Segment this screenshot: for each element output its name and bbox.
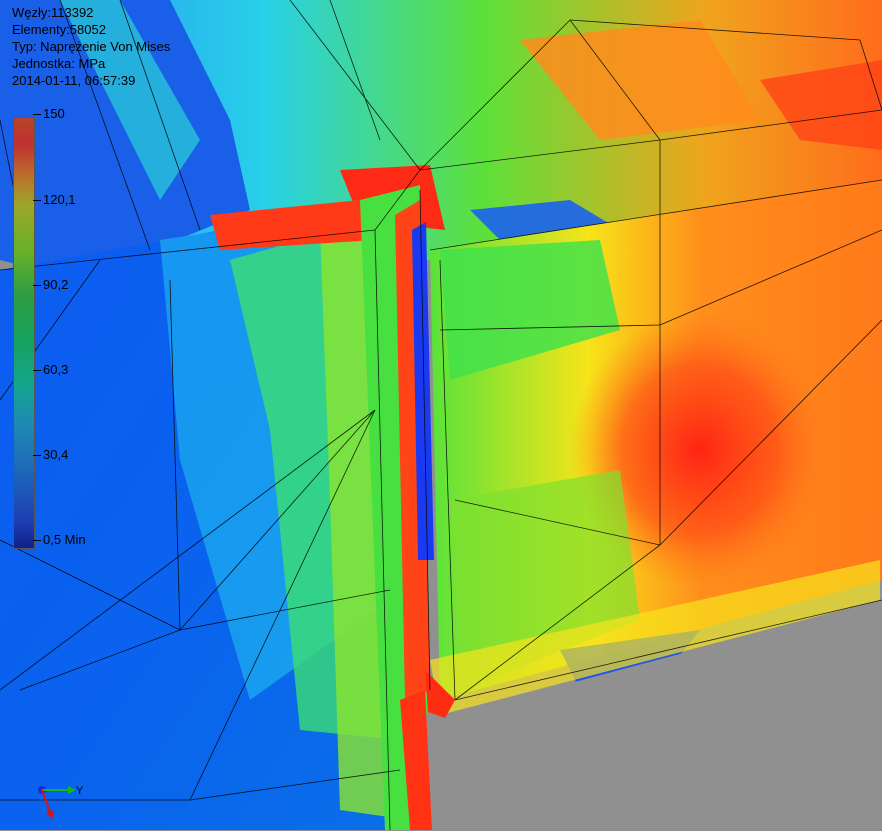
- element-count: Elementy:58052: [12, 22, 106, 37]
- node-count: Węzły:113392: [12, 5, 94, 20]
- result-info-panel: Węzły:113392 Elementy:58052 Typ: Napręże…: [12, 4, 170, 89]
- legend-tick: 120,1: [33, 192, 76, 207]
- fea-viewport[interactable]: [0, 0, 882, 830]
- legend-tick-min: 0,5 Min: [33, 532, 86, 547]
- legend-tick: 30,4: [33, 447, 68, 462]
- result-type: Typ: Naprężenie Von Mises: [12, 39, 171, 54]
- timestamp: 2014-01-11, 06:57:39: [12, 73, 136, 88]
- unit-label: Jednostka: MPa: [12, 56, 106, 71]
- color-legend-bar: [13, 117, 35, 549]
- legend-tick-max: 150: [33, 106, 65, 121]
- triad-y-label: Y: [76, 785, 84, 797]
- axis-triad-icon: Y: [30, 776, 90, 826]
- legend-tick: 60,3: [33, 362, 68, 377]
- legend-tick: 90,2: [33, 277, 68, 292]
